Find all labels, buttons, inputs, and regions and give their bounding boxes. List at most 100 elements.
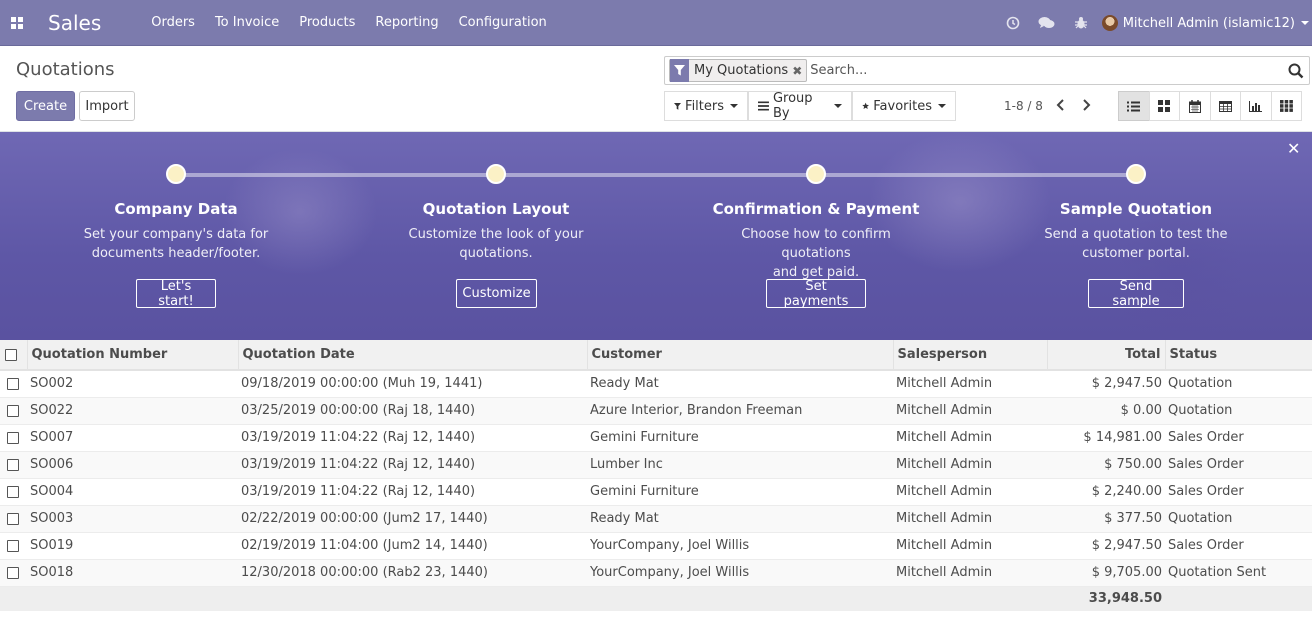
- step-title: Confirmation & Payment: [712, 200, 920, 218]
- row-checkbox[interactable]: [7, 431, 19, 444]
- kanban-view-button[interactable]: [1148, 91, 1180, 121]
- pager-next-icon[interactable]: [1079, 96, 1095, 114]
- step-title: Quotation Layout: [422, 200, 570, 218]
- search-icon[interactable]: [1286, 61, 1306, 81]
- bar-chart-icon: [1249, 100, 1263, 112]
- cell-status: Quotation: [1165, 505, 1312, 533]
- star-icon: [862, 102, 869, 110]
- row-checkbox-cell[interactable]: [0, 532, 27, 560]
- step-dot: [486, 164, 506, 184]
- clock-icon[interactable]: [996, 16, 1030, 30]
- send-sample-button[interactable]: Send sample: [1088, 279, 1184, 309]
- cell-number: SO018: [27, 559, 238, 587]
- facet-remove-icon[interactable]: ✖: [792, 64, 806, 78]
- row-checkbox[interactable]: [7, 485, 19, 498]
- select-all-checkbox[interactable]: [5, 348, 17, 361]
- pivot-view-button[interactable]: [1209, 91, 1241, 121]
- cell-total: $ 0.00: [1047, 397, 1165, 425]
- cell-number: SO002: [27, 370, 238, 398]
- column-header[interactable]: Status: [1165, 340, 1312, 371]
- step-dot: [806, 164, 826, 184]
- user-menu[interactable]: Mitchell Admin (islamic12): [1101, 15, 1309, 31]
- column-header[interactable]: Salesperson: [893, 340, 1048, 371]
- main-menu: Orders To Invoice Products Reporting Con…: [141, 15, 557, 30]
- column-header[interactable]: Total: [1047, 340, 1166, 371]
- menu-item-configuration[interactable]: Configuration: [449, 15, 557, 30]
- table-row[interactable]: SO019 02/19/2019 11:04:00 (Jum2 14, 1440…: [0, 532, 1312, 560]
- table-row[interactable]: SO004 03/19/2019 11:04:22 (Raj 12, 1440)…: [0, 478, 1312, 506]
- row-checkbox-cell[interactable]: [0, 478, 27, 506]
- chat-icon[interactable]: [1030, 16, 1064, 30]
- cell-customer: Ready Mat: [587, 370, 893, 398]
- cell-status: Sales Order: [1165, 478, 1312, 506]
- pager-value[interactable]: 1-8 / 8: [1004, 99, 1043, 113]
- column-header[interactable]: Quotation Date: [238, 340, 588, 371]
- cell-customer: Lumber Inc: [587, 451, 893, 479]
- filter-icon: [670, 59, 689, 82]
- search-bar: My Quotations ✖: [664, 56, 1310, 85]
- search-input[interactable]: [810, 63, 1286, 78]
- menu-item-orders[interactable]: Orders: [141, 15, 205, 30]
- group-by-dropdown[interactable]: Group By: [748, 91, 852, 121]
- row-checkbox[interactable]: [7, 458, 19, 471]
- cell-status: Quotation Sent: [1165, 559, 1312, 587]
- import-button[interactable]: Import: [79, 91, 135, 121]
- row-checkbox-cell[interactable]: [0, 451, 27, 479]
- table-row[interactable]: SO003 02/22/2019 00:00:00 (Jum2 17, 1440…: [0, 505, 1312, 533]
- column-header[interactable]: Quotation Number: [27, 340, 239, 371]
- footer-cell: [238, 586, 587, 611]
- table-row[interactable]: SO018 12/30/2018 00:00:00 (Rab2 23, 1440…: [0, 559, 1312, 587]
- step-description: Set your company's data for documents he…: [66, 225, 286, 263]
- cell-salesperson: Mitchell Admin: [893, 532, 1047, 560]
- column-header[interactable]: Customer: [587, 340, 894, 371]
- table-row[interactable]: SO002 09/18/2019 00:00:00 (Muh 19, 1441)…: [0, 370, 1312, 398]
- cell-salesperson: Mitchell Admin: [893, 559, 1047, 587]
- menu-item-reporting[interactable]: Reporting: [365, 15, 448, 30]
- row-checkbox-cell[interactable]: [0, 424, 27, 452]
- step-title: Sample Quotation: [1059, 200, 1213, 218]
- cell-date: 03/25/2019 00:00:00 (Raj 18, 1440): [238, 397, 587, 425]
- row-checkbox[interactable]: [7, 512, 19, 525]
- apps-menu-icon[interactable]: [11, 16, 23, 29]
- create-button[interactable]: Create: [16, 91, 75, 121]
- graph-view-button[interactable]: [1240, 91, 1272, 121]
- row-checkbox-cell[interactable]: [0, 505, 27, 533]
- filters-dropdown[interactable]: Filters: [664, 91, 748, 121]
- calendar-view-button[interactable]: [1179, 91, 1211, 121]
- lets-start-button[interactable]: Let's start!: [136, 279, 216, 309]
- row-checkbox-cell[interactable]: [0, 397, 27, 425]
- bug-icon[interactable]: [1064, 16, 1098, 30]
- filters-label: Filters: [685, 98, 724, 114]
- group-by-label: Group By: [772, 91, 813, 121]
- table-row[interactable]: SO007 03/19/2019 11:04:22 (Raj 12, 1440)…: [0, 424, 1312, 452]
- cell-customer: YourCompany, Joel Willis: [587, 559, 893, 587]
- customize-button[interactable]: Customize: [456, 279, 537, 308]
- row-checkbox[interactable]: [7, 539, 19, 552]
- cell-salesperson: Mitchell Admin: [893, 424, 1047, 452]
- cell-date: 03/19/2019 11:04:22 (Raj 12, 1440): [238, 478, 587, 506]
- set-payments-button[interactable]: Set payments: [766, 279, 866, 309]
- close-icon[interactable]: ✕: [1287, 139, 1300, 158]
- pager-previous-icon[interactable]: [1052, 96, 1068, 114]
- menu-item-products[interactable]: Products: [289, 15, 365, 30]
- select-all-checkbox-cell[interactable]: [0, 340, 28, 371]
- table-row[interactable]: SO006 03/19/2019 11:04:22 (Raj 12, 1440)…: [0, 451, 1312, 479]
- step-description: Send a quotation to test the customer po…: [1026, 225, 1246, 263]
- favorites-dropdown[interactable]: Favorites: [852, 91, 956, 121]
- list-view-button[interactable]: [1118, 91, 1150, 121]
- step-description: Customize the look of your quotations.: [386, 225, 606, 263]
- row-checkbox[interactable]: [7, 404, 19, 417]
- activity-view-button[interactable]: [1270, 91, 1302, 121]
- cell-salesperson: Mitchell Admin: [893, 478, 1047, 506]
- cell-date: 12/30/2018 00:00:00 (Rab2 23, 1440): [238, 559, 587, 587]
- row-checkbox[interactable]: [7, 566, 19, 579]
- row-checkbox-cell[interactable]: [0, 370, 27, 398]
- footer-cell: [27, 586, 238, 611]
- row-checkbox[interactable]: [7, 377, 19, 390]
- navbar-systray: Mitchell Admin (islamic12): [996, 0, 1312, 46]
- calendar-icon: [1188, 99, 1201, 113]
- row-checkbox-cell[interactable]: [0, 559, 27, 587]
- menu-item-to-invoice[interactable]: To Invoice: [205, 15, 289, 30]
- table-row[interactable]: SO022 03/25/2019 00:00:00 (Raj 18, 1440)…: [0, 397, 1312, 425]
- app-brand[interactable]: Sales: [48, 11, 101, 35]
